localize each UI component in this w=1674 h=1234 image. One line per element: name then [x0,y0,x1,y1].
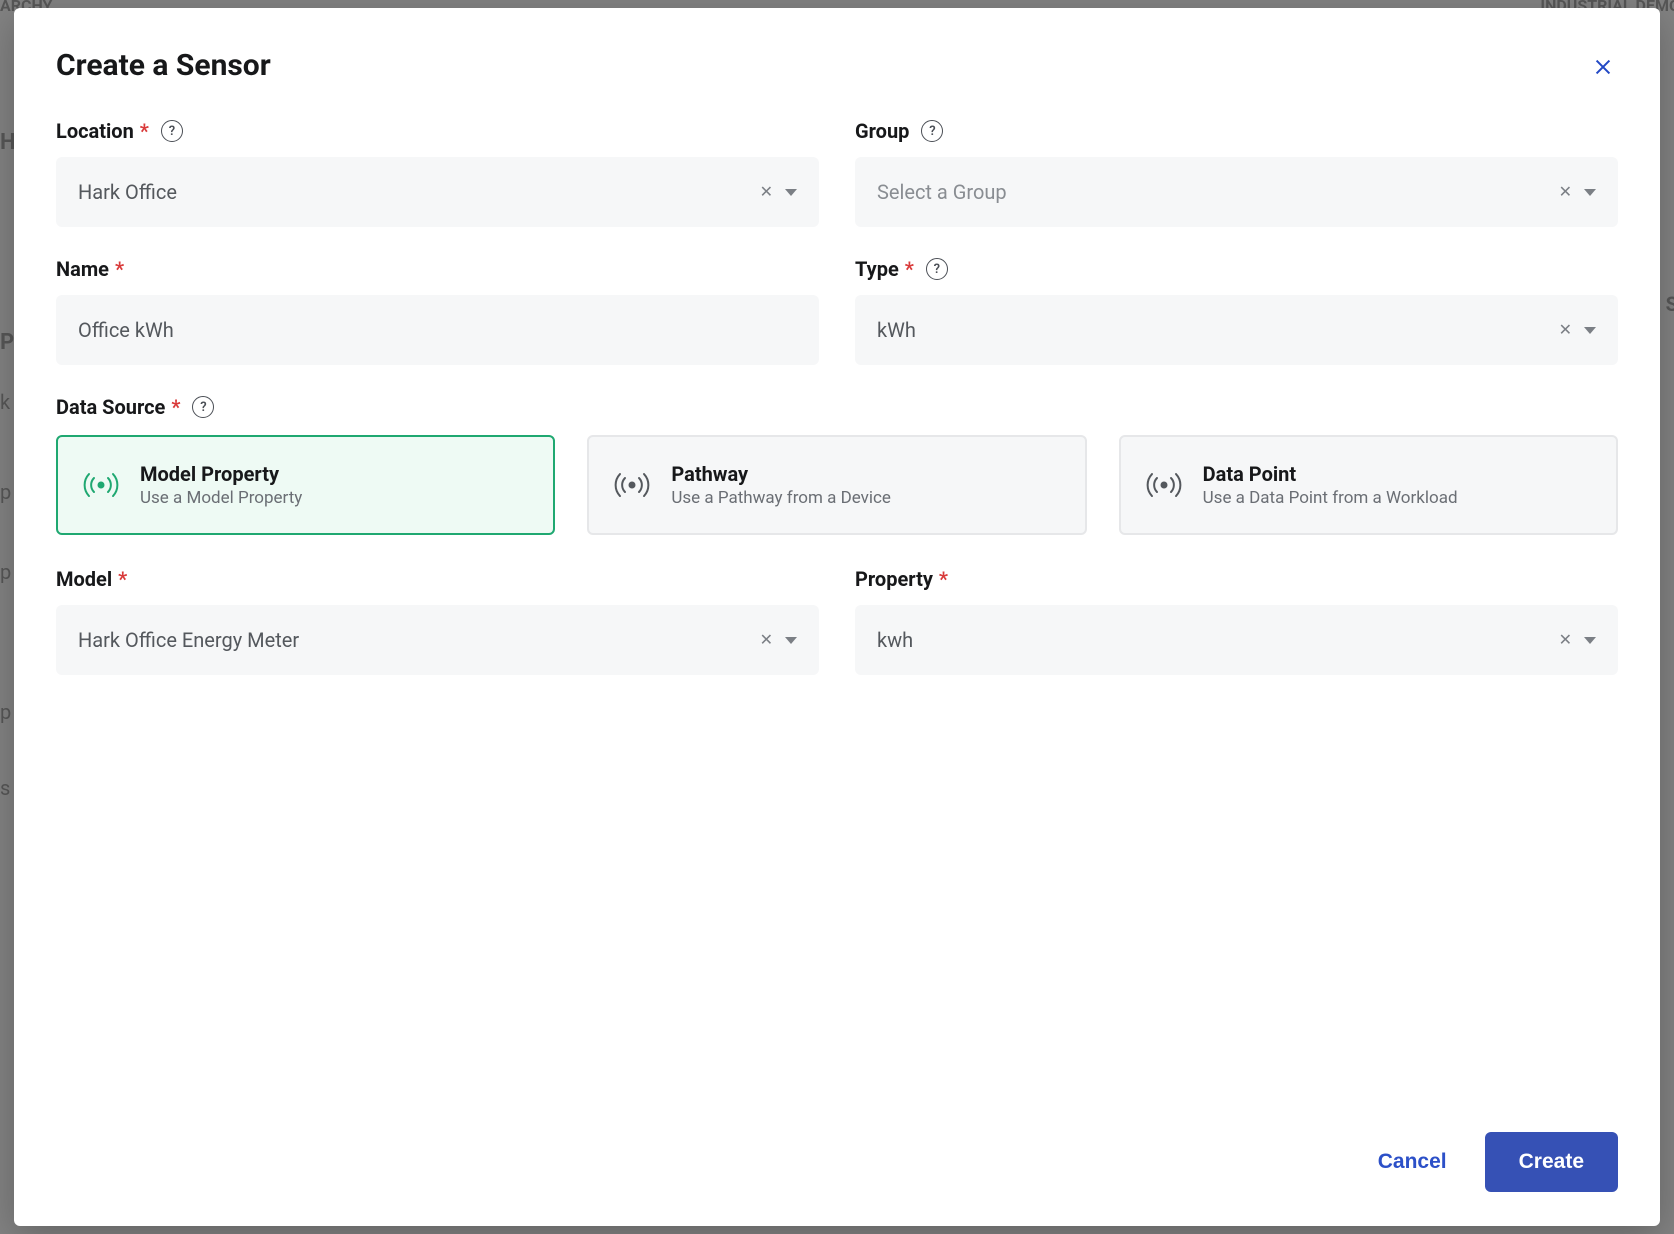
field-name: Name * [56,257,819,365]
name-label: Name [56,257,109,281]
chevron-down-icon[interactable] [785,637,797,644]
type-label-row: Type * ? [855,257,1618,281]
required-asterisk: * [171,395,180,419]
select-controls: ✕ [1555,180,1596,204]
ds-text: Pathway Use a Pathway from a Device [671,462,891,508]
group-placeholder: Select a Group [877,180,1555,204]
group-label: Group [855,119,909,143]
group-label-row: Group ? [855,119,1618,143]
ds-title: Model Property [140,462,302,486]
model-label-row: Model * [56,567,819,591]
required-asterisk: * [140,119,149,143]
ds-sub: Use a Model Property [140,488,302,508]
ds-option-pathway[interactable]: Pathway Use a Pathway from a Device [587,435,1086,535]
name-input[interactable] [78,295,797,365]
ds-title: Pathway [671,462,891,486]
field-group: Group ? Select a Group ✕ [855,119,1618,227]
clear-icon[interactable]: ✕ [1555,628,1576,652]
required-asterisk: * [115,257,124,281]
location-select[interactable]: Hark Office ✕ [56,157,819,227]
help-icon[interactable]: ? [921,120,943,142]
group-select[interactable]: Select a Group ✕ [855,157,1618,227]
cancel-button[interactable]: Cancel [1370,1140,1455,1184]
select-controls: ✕ [1555,318,1596,342]
required-asterisk: * [905,257,914,281]
modal-header: Create a Sensor [56,48,1618,85]
ds-text: Data Point Use a Data Point from a Workl… [1203,462,1458,508]
help-icon[interactable]: ? [192,396,214,418]
close-button[interactable] [1588,52,1618,85]
close-icon [1592,66,1614,81]
ds-sub: Use a Pathway from a Device [671,488,891,508]
ds-option-data-point[interactable]: Data Point Use a Data Point from a Workl… [1119,435,1618,535]
broadcast-icon [80,464,122,506]
create-sensor-modal: Create a Sensor Location * ? Hark Office… [14,8,1660,1226]
help-icon[interactable]: ? [926,258,948,280]
clear-icon[interactable]: ✕ [1555,318,1576,342]
required-asterisk: * [118,567,127,591]
clear-icon[interactable]: ✕ [756,180,777,204]
help-icon[interactable]: ? [161,120,183,142]
type-value: kWh [877,318,1555,342]
data-source-label: Data Source [56,395,165,419]
data-source-label-row: Data Source * ? [56,395,1618,419]
property-select[interactable]: kwh ✕ [855,605,1618,675]
type-select[interactable]: kWh ✕ [855,295,1618,365]
data-source-options: Model Property Use a Model Property [56,435,1618,535]
field-model: Model * Hark Office Energy Meter ✕ [56,567,819,675]
name-label-row: Name * [56,257,819,281]
property-value: kwh [877,628,1555,652]
row-location-group: Location * ? Hark Office ✕ Group ? [56,119,1618,227]
modal-footer: Cancel Create [56,1132,1618,1192]
ds-option-model-property[interactable]: Model Property Use a Model Property [56,435,555,535]
chevron-down-icon[interactable] [1584,327,1596,334]
row-model-property: Model * Hark Office Energy Meter ✕ Prope… [56,567,1618,675]
chevron-down-icon[interactable] [785,189,797,196]
location-label: Location [56,119,134,143]
clear-icon[interactable]: ✕ [1555,180,1576,204]
ds-sub: Use a Data Point from a Workload [1203,488,1458,508]
row-name-type: Name * Type * ? kWh ✕ [56,257,1618,365]
model-value: Hark Office Energy Meter [78,628,756,652]
broadcast-icon [611,464,653,506]
chevron-down-icon[interactable] [1584,637,1596,644]
field-property: Property * kwh ✕ [855,567,1618,675]
property-label: Property [855,567,933,591]
create-button[interactable]: Create [1485,1132,1618,1192]
required-asterisk: * [939,567,948,591]
ds-text: Model Property Use a Model Property [140,462,302,508]
location-value: Hark Office [78,180,756,204]
ds-title: Data Point [1203,462,1458,486]
type-label: Type [855,257,899,281]
chevron-down-icon[interactable] [1584,189,1596,196]
field-location: Location * ? Hark Office ✕ [56,119,819,227]
select-controls: ✕ [756,180,797,204]
modal-title: Create a Sensor [56,48,271,83]
location-label-row: Location * ? [56,119,819,143]
form-body: Location * ? Hark Office ✕ Group ? [56,119,1618,1132]
property-label-row: Property * [855,567,1618,591]
broadcast-icon [1143,464,1185,506]
model-select[interactable]: Hark Office Energy Meter ✕ [56,605,819,675]
model-label: Model [56,567,112,591]
name-input-wrap [56,295,819,365]
field-type: Type * ? kWh ✕ [855,257,1618,365]
clear-icon[interactable]: ✕ [756,628,777,652]
select-controls: ✕ [1555,628,1596,652]
select-controls: ✕ [756,628,797,652]
